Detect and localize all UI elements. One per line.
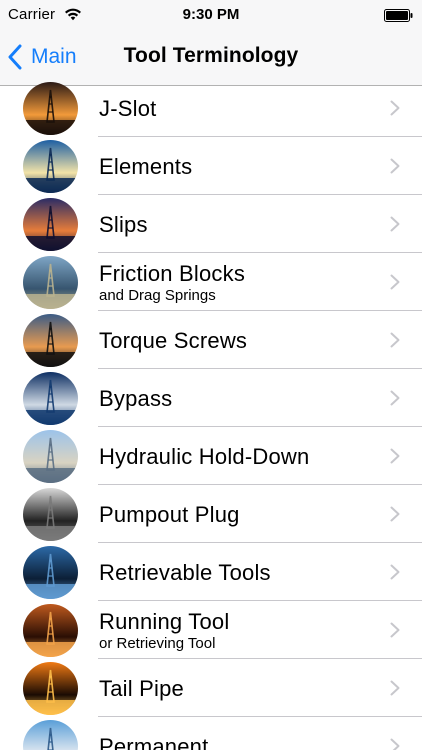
chevron-right-icon — [390, 216, 400, 232]
list-item-title: Friction Blocks — [99, 260, 246, 286]
list-item-title: Tail Pipe — [99, 675, 184, 701]
chevron-right-icon — [390, 680, 400, 696]
chevron-right-icon — [390, 158, 400, 174]
thumbnail-image — [23, 82, 78, 135]
list-item[interactable]: Elements — [0, 137, 422, 195]
thumbnail-image — [23, 256, 78, 309]
thumbnail-image — [23, 198, 78, 251]
list-item-subtitle: or Retrieving Tool — [99, 634, 216, 652]
list-item[interactable]: Permanent — [0, 717, 422, 750]
thumbnail-image — [23, 140, 78, 193]
thumbnail-image — [23, 720, 78, 750]
thumbnail-image — [23, 430, 78, 483]
thumbnail-image — [23, 372, 78, 425]
chevron-right-icon — [390, 622, 400, 638]
list-item[interactable]: Tail Pipe — [0, 659, 422, 717]
list-item[interactable]: Retrievable Tools — [0, 543, 422, 601]
battery-icon — [384, 9, 413, 22]
list-item-text: Friction Blocks and Drag Springs — [99, 253, 382, 311]
thumbnail-image — [23, 546, 78, 599]
list-item-title: J-Slot — [99, 95, 157, 121]
list-item[interactable]: J-Slot — [0, 79, 422, 137]
list-item-subtitle: and Drag Springs — [99, 286, 216, 304]
list-item[interactable]: Friction Blocks and Drag Springs — [0, 253, 422, 311]
list-item-title: Elements — [99, 153, 193, 179]
chevron-right-icon — [390, 506, 400, 522]
chevron-right-icon — [390, 274, 400, 290]
list-item[interactable]: Pumpout Plug — [0, 485, 422, 543]
list-item[interactable]: Running Tool or Retrieving Tool — [0, 601, 422, 659]
chevron-right-icon — [390, 448, 400, 464]
chevron-right-icon — [390, 100, 400, 116]
page-title: Tool Terminology — [123, 44, 299, 67]
chevron-right-icon — [390, 390, 400, 406]
chevron-right-icon — [390, 738, 400, 750]
list-item-text: Torque Screws — [99, 311, 382, 369]
thumbnail-image — [23, 604, 78, 657]
thumbnail-image — [23, 314, 78, 367]
list-item-text: Tail Pipe — [99, 659, 382, 717]
list-item-title: Hydraulic Hold-Down — [99, 443, 310, 469]
list-item-text: Retrievable Tools — [99, 543, 382, 601]
list-item-text: Permanent — [99, 717, 382, 750]
list-item-text: Pumpout Plug — [99, 485, 382, 543]
list-item-text: Elements — [99, 137, 382, 195]
list-item-title: Torque Screws — [99, 327, 248, 353]
list-item-text: Bypass — [99, 369, 382, 427]
navigation-bar: Main Tool Terminology — [0, 30, 422, 86]
thumbnail-image — [23, 662, 78, 715]
chevron-right-icon — [390, 332, 400, 348]
status-bar: Carrier 9:30 PM — [0, 0, 422, 30]
terminology-list: J-Slot Elements Slips Friction Blocks and Dr… — [0, 79, 422, 750]
list-item[interactable]: Slips — [0, 195, 422, 253]
list-item-text: Hydraulic Hold-Down — [99, 427, 382, 485]
clock: 9:30 PM — [182, 6, 240, 23]
list-item-title: Running Tool — [99, 608, 230, 634]
list-item-title: Slips — [99, 211, 148, 237]
list-item[interactable]: Bypass — [0, 369, 422, 427]
list-item-title: Retrievable Tools — [99, 559, 271, 585]
list-item-title: Permanent — [99, 733, 209, 750]
list-item-title: Bypass — [99, 385, 173, 411]
list-item-text: Running Tool or Retrieving Tool — [99, 601, 382, 659]
list-item[interactable]: Torque Screws — [0, 311, 422, 369]
list-item-text: J-Slot — [99, 79, 382, 137]
list-item[interactable]: Hydraulic Hold-Down — [0, 427, 422, 485]
list-item-title: Pumpout Plug — [99, 501, 240, 527]
list-item-text: Slips — [99, 195, 382, 253]
thumbnail-image — [23, 488, 78, 541]
top-bar: Carrier 9:30 PM Main Tool Terminology — [0, 0, 422, 86]
chevron-right-icon — [390, 564, 400, 580]
